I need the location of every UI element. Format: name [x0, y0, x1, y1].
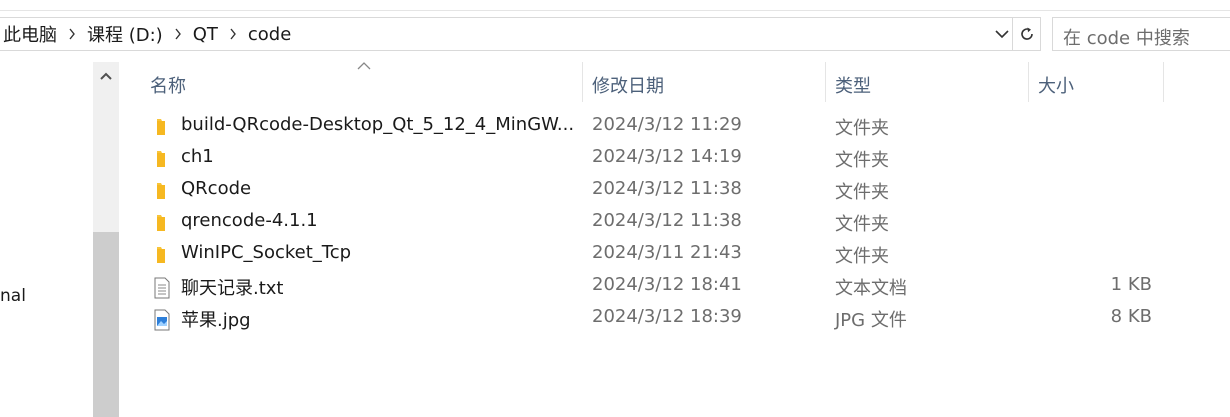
file-size: 8 KB: [1110, 306, 1152, 327]
scroll-up-button[interactable]: [93, 62, 119, 90]
breadcrumb-item-code[interactable]: code: [244, 24, 295, 45]
file-size: 1 KB: [1110, 274, 1152, 295]
file-type: 文件夹: [835, 214, 889, 235]
search-input[interactable]: 在 code 中搜索: [1052, 17, 1230, 51]
file-name: qrencode-4.1.1: [181, 210, 318, 231]
nav-pane-scrollbar[interactable]: [93, 62, 119, 417]
file-name: 苹果.jpg: [181, 310, 251, 331]
nav-pane-partial-item[interactable]: nal: [0, 286, 26, 306]
column-divider[interactable]: [1028, 62, 1029, 102]
column-header-size[interactable]: 大小: [1038, 72, 1074, 98]
file-row[interactable]: build-QRcode-Desktop_Qt_5_12_4_MinGW... …: [130, 111, 1230, 143]
column-divider[interactable]: [582, 62, 583, 102]
file-type: JPG 文件: [835, 310, 907, 331]
address-history-dropdown[interactable]: [992, 18, 1012, 50]
file-date: 2024/3/12 18:39: [592, 306, 742, 327]
chevron-right-icon[interactable]: [61, 18, 83, 50]
file-row[interactable]: 苹果.jpg 2024/3/12 18:39 JPG 文件 8 KB: [130, 303, 1230, 335]
file-name: ch1: [181, 146, 214, 167]
column-divider[interactable]: [1163, 62, 1164, 102]
file-name: QRcode: [181, 178, 252, 199]
refresh-button[interactable]: [1012, 18, 1041, 50]
file-date: 2024/3/12 11:38: [592, 210, 742, 231]
file-name: build-QRcode-Desktop_Qt_5_12_4_MinGW...: [181, 114, 575, 135]
address-bar[interactable]: 此电脑 课程 (D:) QT code: [0, 17, 1041, 51]
file-row[interactable]: QRcode 2024/3/12 11:38 文件夹: [130, 175, 1230, 207]
folder-icon: [152, 245, 172, 265]
folder-icon: [152, 149, 172, 169]
file-row[interactable]: qrencode-4.1.1 2024/3/12 11:38 文件夹: [130, 207, 1230, 239]
refresh-icon: [1021, 27, 1033, 40]
breadcrumb-item-qt[interactable]: QT: [189, 24, 222, 45]
chevron-up-icon: [100, 72, 112, 80]
file-row[interactable]: WinIPC_Socket_Tcp 2024/3/11 21:43 文件夹: [130, 239, 1230, 271]
chevron-right-icon[interactable]: [222, 18, 244, 50]
column-header-row: 名称 修改日期 类型 大小: [130, 62, 1230, 102]
file-date: 2024/3/12 11:29: [592, 114, 742, 135]
file-type: 文件夹: [835, 118, 889, 139]
file-date: 2024/3/12 11:38: [592, 178, 742, 199]
sort-ascending-icon: [357, 62, 371, 70]
file-date: 2024/3/12 18:41: [592, 274, 742, 295]
file-date: 2024/3/12 14:19: [592, 146, 742, 167]
breadcrumb-item-drive-d[interactable]: 课程 (D:): [83, 21, 167, 47]
file-type: 文本文档: [835, 278, 907, 299]
file-name: WinIPC_Socket_Tcp: [181, 242, 352, 263]
file-list: build-QRcode-Desktop_Qt_5_12_4_MinGW... …: [130, 111, 1230, 335]
column-header-date[interactable]: 修改日期: [592, 72, 664, 98]
image-file-icon: [152, 309, 172, 331]
file-date: 2024/3/11 21:43: [592, 242, 742, 263]
search-placeholder: 在 code 中搜索: [1063, 28, 1190, 49]
scrollbar-thumb[interactable]: [93, 232, 119, 417]
file-type: 文件夹: [835, 182, 889, 203]
column-divider[interactable]: [825, 62, 826, 102]
breadcrumb: 此电脑 课程 (D:) QT code: [0, 18, 295, 50]
file-name: 聊天记录.txt: [181, 278, 284, 299]
chevron-down-icon: [995, 30, 1009, 39]
column-header-name[interactable]: 名称: [150, 72, 186, 98]
column-header-type[interactable]: 类型: [835, 72, 871, 98]
file-row[interactable]: 聊天记录.txt 2024/3/12 18:41 文本文档 1 KB: [130, 271, 1230, 303]
text-file-icon: [152, 277, 172, 299]
folder-icon: [152, 213, 172, 233]
breadcrumb-item-this-pc[interactable]: 此电脑: [0, 21, 61, 47]
file-row[interactable]: ch1 2024/3/12 14:19 文件夹: [130, 143, 1230, 175]
chevron-right-icon[interactable]: [167, 18, 189, 50]
file-type: 文件夹: [835, 150, 889, 171]
folder-icon: [152, 117, 172, 137]
file-type: 文件夹: [835, 246, 889, 267]
folder-icon: [152, 181, 172, 201]
window-top-border: [0, 10, 1230, 11]
